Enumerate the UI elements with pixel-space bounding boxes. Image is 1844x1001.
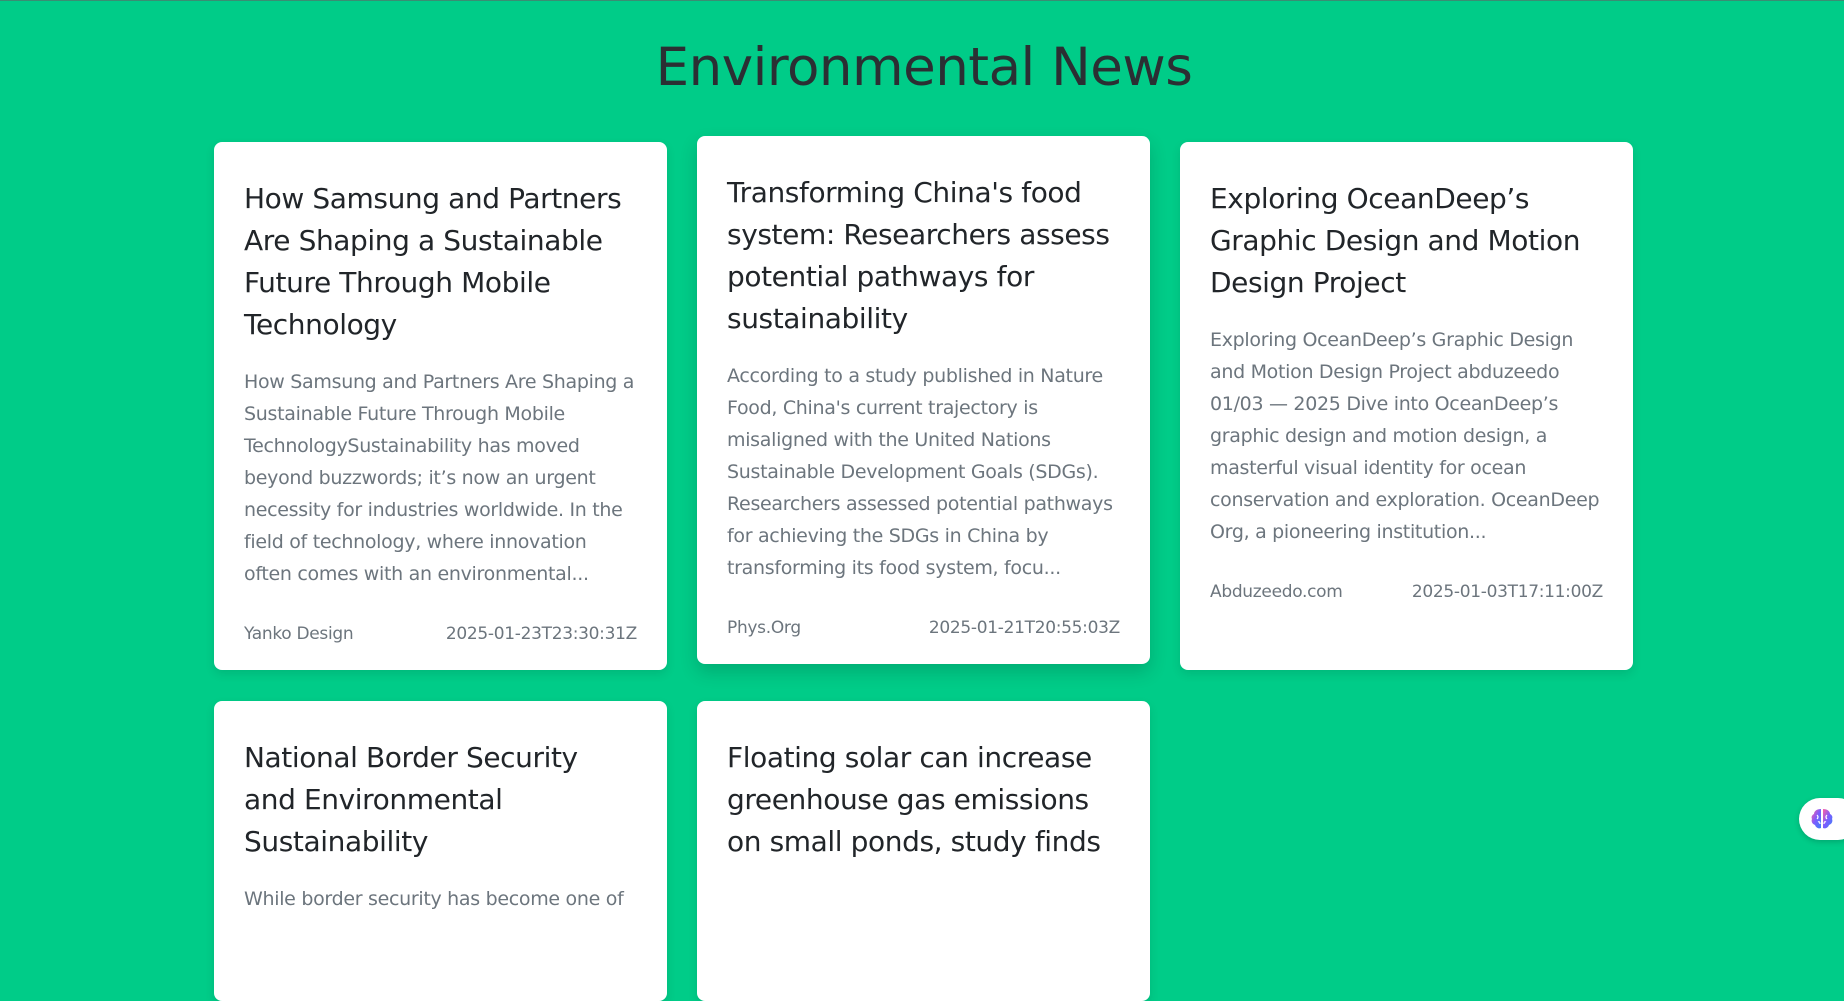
article-summary: According to a study published in Nature… [727,365,1113,579]
article-date: 2025-01-21T20:55:03Z [928,618,1120,638]
top-border [0,0,1844,1]
news-card[interactable]: How Samsung and Partners Are Shaping a S… [214,142,667,670]
assistant-widget-button[interactable] [1799,798,1844,840]
article-source: Yanko Design [244,624,354,644]
article-date: 2025-01-03T17:11:00Z [1411,582,1603,602]
article-summary: How Samsung and Partners Are Shaping a S… [244,371,635,585]
news-card[interactable]: Floating solar can increase greenhouse g… [697,701,1150,1001]
article-date: 2025-01-23T23:30:31Z [445,624,637,644]
article-title[interactable]: Floating solar can increase greenhouse g… [727,737,1120,863]
article-summary: Exploring OceanDeep’s Graphic Design and… [1210,329,1600,543]
article-title[interactable]: How Samsung and Partners Are Shaping a S… [244,178,637,346]
news-card[interactable]: National Border Security and Environment… [214,701,667,1001]
brain-icon [1811,809,1833,829]
news-card[interactable]: Transforming China's food system: Resear… [697,136,1150,664]
news-card[interactable]: Exploring OceanDeep’s Graphic Design and… [1180,142,1633,670]
article-summary: While border security has become one of [244,888,624,910]
article-footer: Phys.Org 2025-01-21T20:55:03Z [727,618,1120,638]
article-title[interactable]: Transforming China's food system: Resear… [727,172,1120,340]
article-source: Abduzeedo.com [1210,582,1343,602]
article-title[interactable]: National Border Security and Environment… [244,737,637,863]
article-title[interactable]: Exploring OceanDeep’s Graphic Design and… [1210,178,1603,304]
article-footer: Yanko Design 2025-01-23T23:30:31Z [244,624,637,644]
article-source: Phys.Org [727,618,801,638]
page-title: Environmental News [655,37,1193,98]
article-footer: Abduzeedo.com 2025-01-03T17:11:00Z [1210,582,1603,602]
